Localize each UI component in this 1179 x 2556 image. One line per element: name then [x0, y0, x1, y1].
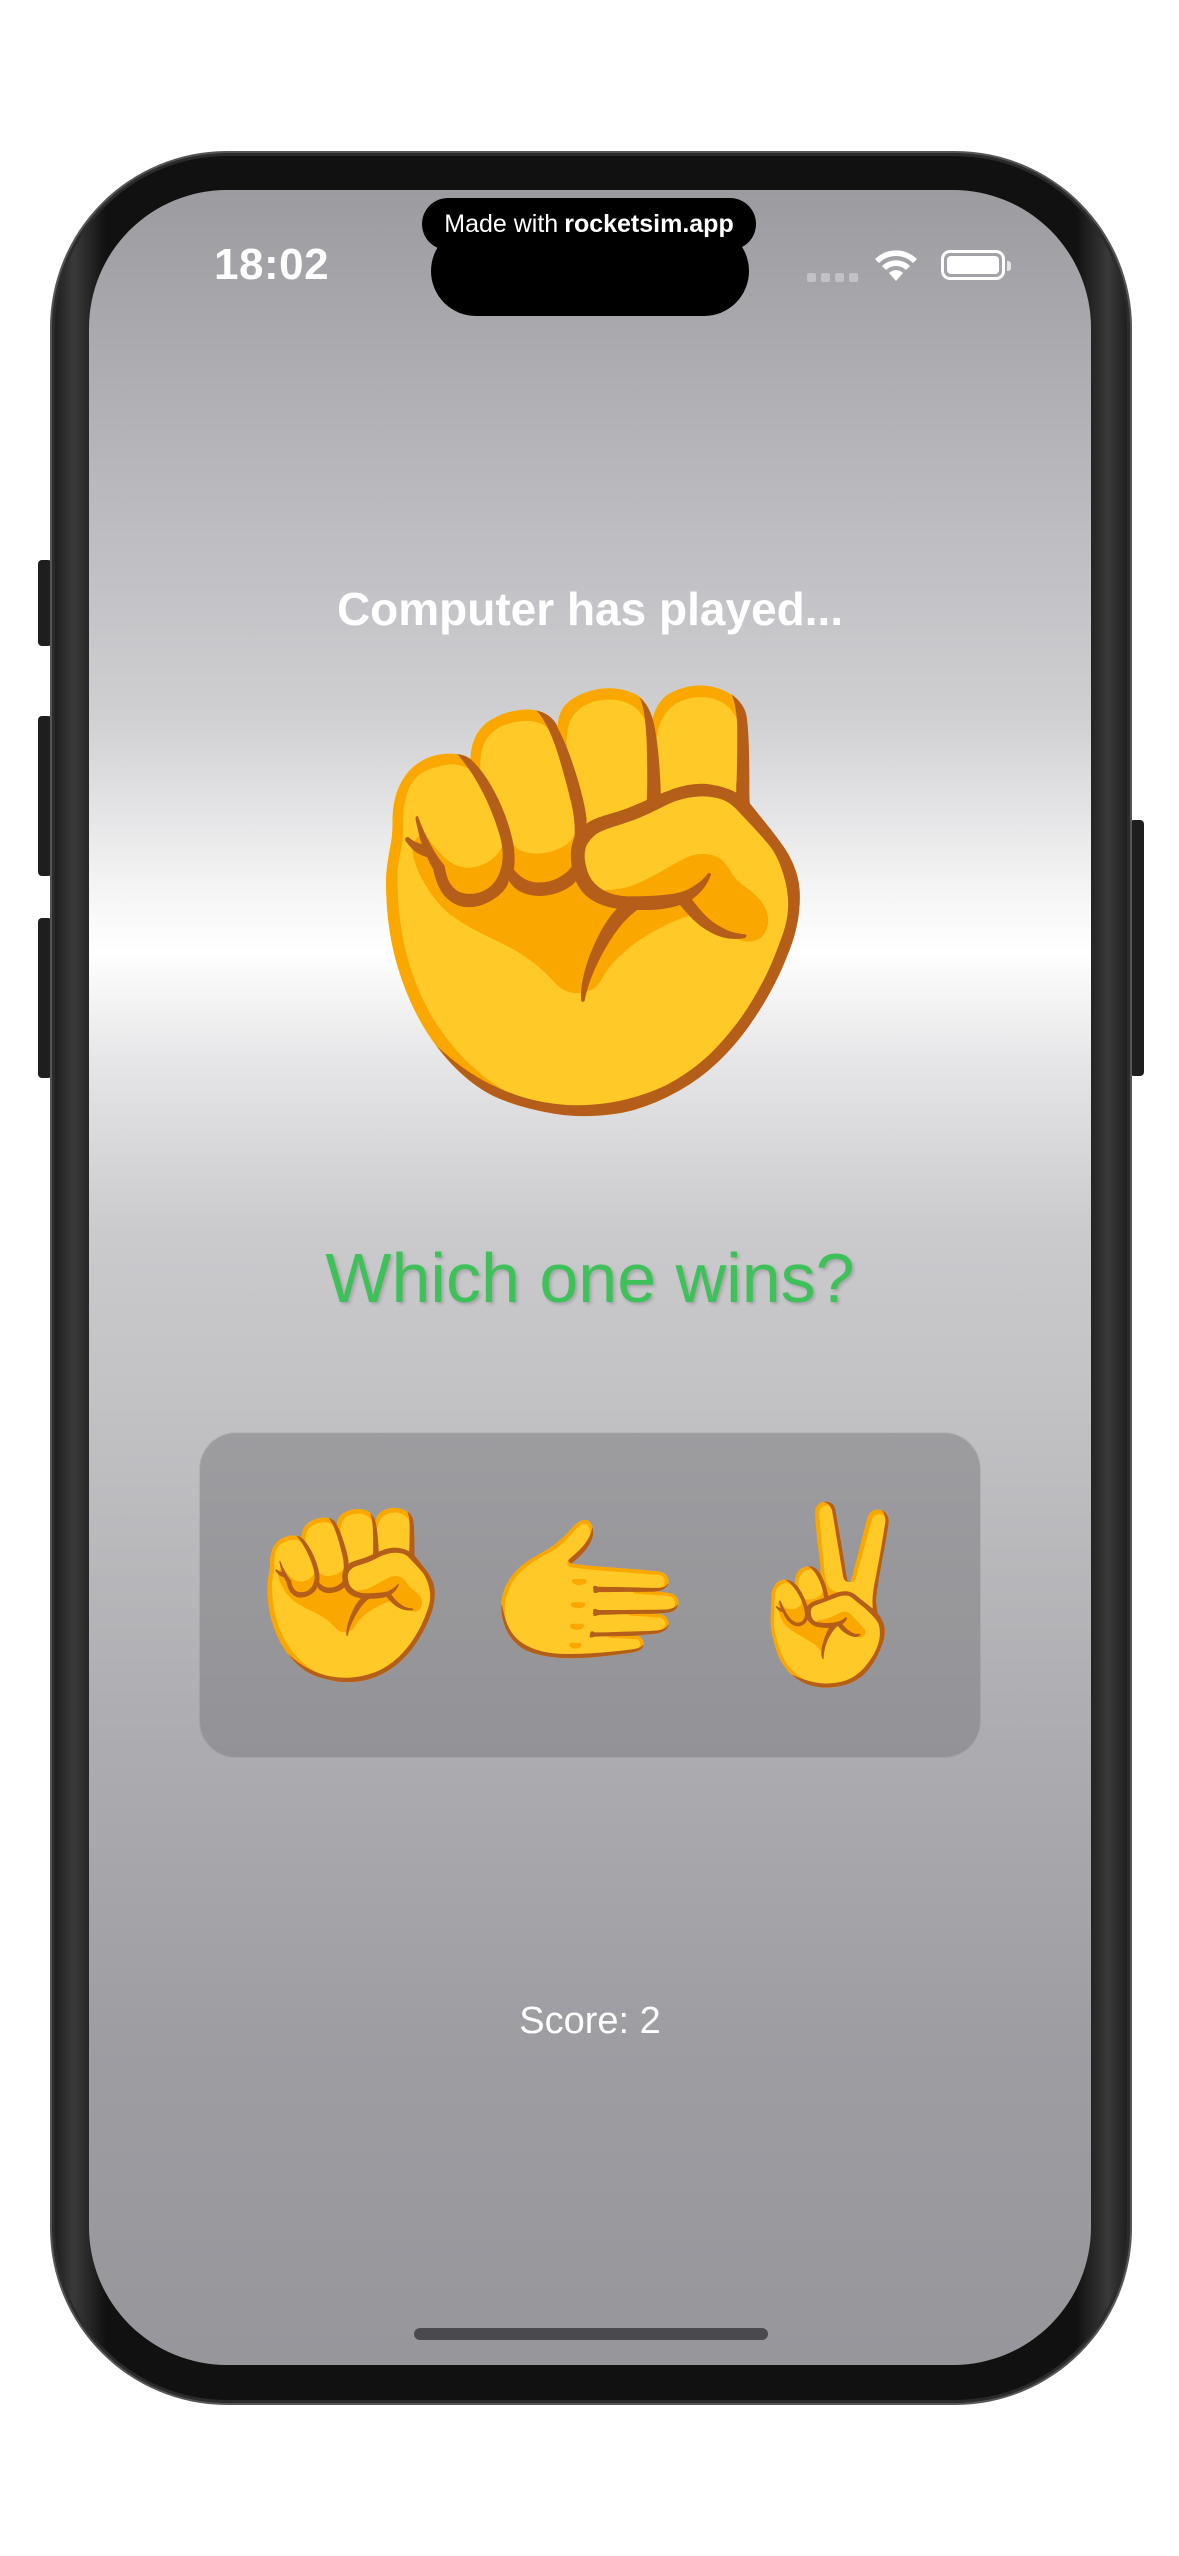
- volume-down-button: [38, 918, 52, 1078]
- score-label: Score: 2: [519, 2000, 661, 2042]
- question-title: Which one wins?: [325, 1239, 855, 1317]
- rock-button[interactable]: ✊: [244, 1495, 456, 1695]
- choices-panel: ✊ 🫱 ✌️: [200, 1433, 980, 1757]
- battery-icon: [941, 250, 1011, 280]
- power-button: [1130, 820, 1144, 1076]
- stage: Made with rocketsim.app 18:02 Computer h…: [0, 0, 1179, 2556]
- status-time: 18:02: [214, 240, 330, 289]
- paper-button[interactable]: 🫱: [484, 1495, 696, 1695]
- scissors-button[interactable]: ✌️: [724, 1495, 936, 1695]
- wifi-icon: [875, 250, 917, 281]
- banner-prefix: Made with: [444, 209, 559, 238]
- mute-switch: [38, 560, 52, 646]
- volume-up-button: [38, 716, 52, 876]
- computer-move-emoji: ✊: [328, 665, 852, 1134]
- cellular-signal-icon: [807, 273, 858, 282]
- rocketsim-banner: Made with rocketsim.app: [422, 198, 756, 250]
- computer-prompt: Computer has played...: [336, 583, 844, 635]
- banner-brand: rocketsim.app: [564, 209, 734, 238]
- app-screen: Made with rocketsim.app 18:02 Computer h…: [89, 190, 1091, 2365]
- home-indicator[interactable]: [414, 2328, 768, 2340]
